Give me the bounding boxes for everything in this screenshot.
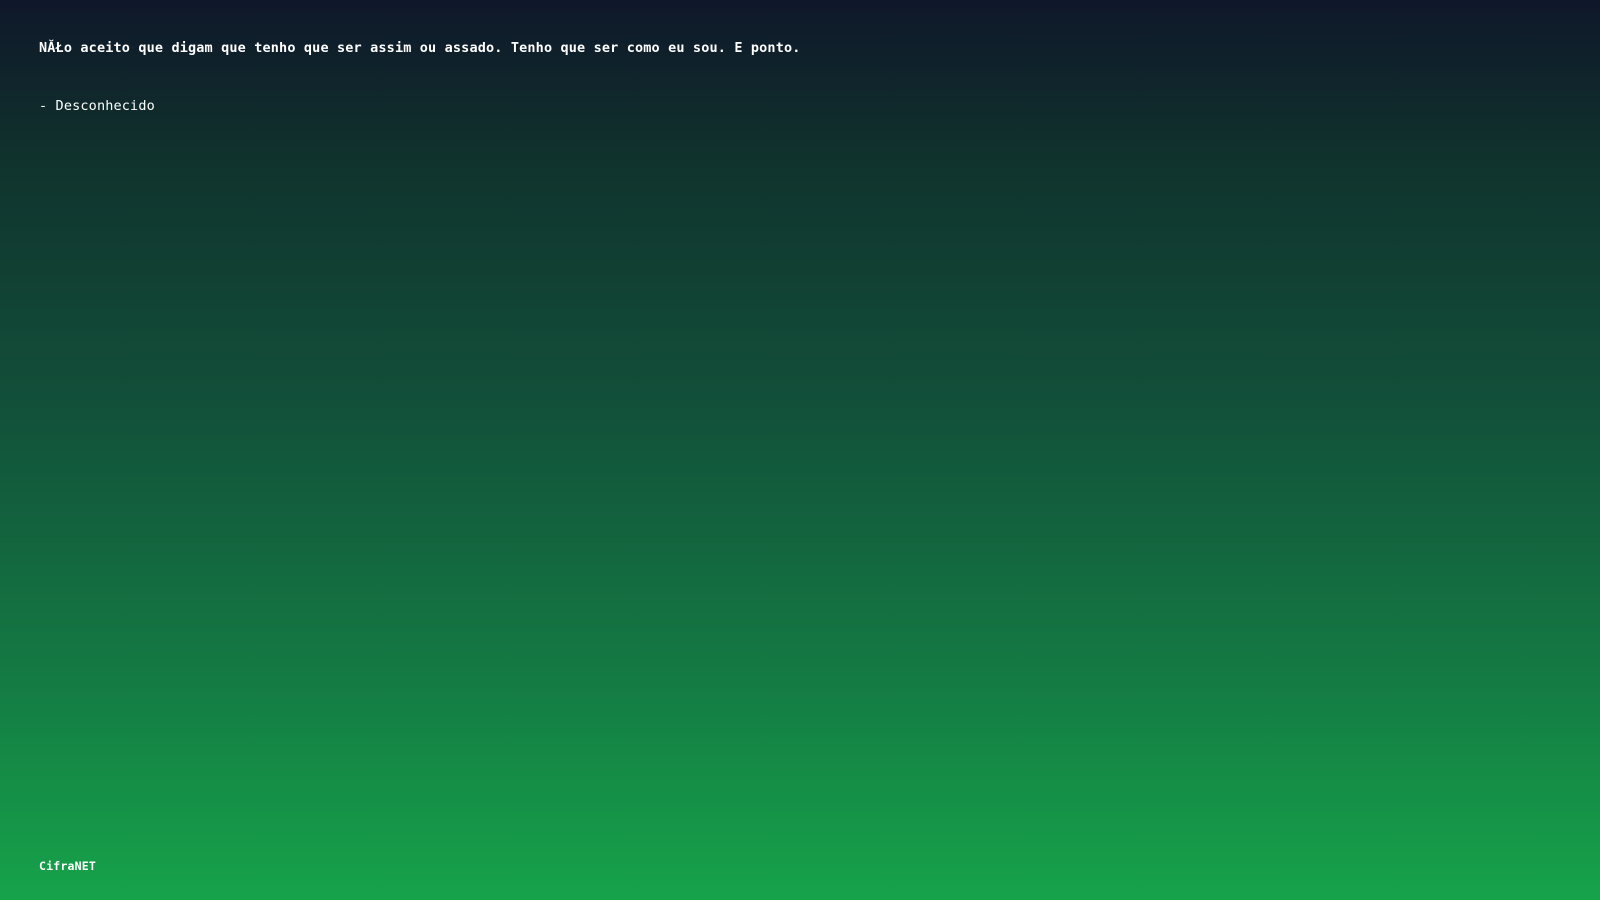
quote-author: - Desconhecido [39, 98, 155, 114]
page-background [0, 0, 1600, 900]
quote-text: NĂŁo aceito que digam que tenho que ser … [39, 40, 801, 56]
quote-container: NĂŁo aceito que digam que tenho que ser … [39, 38, 1561, 116]
brand-label: CifraNET [39, 859, 96, 873]
